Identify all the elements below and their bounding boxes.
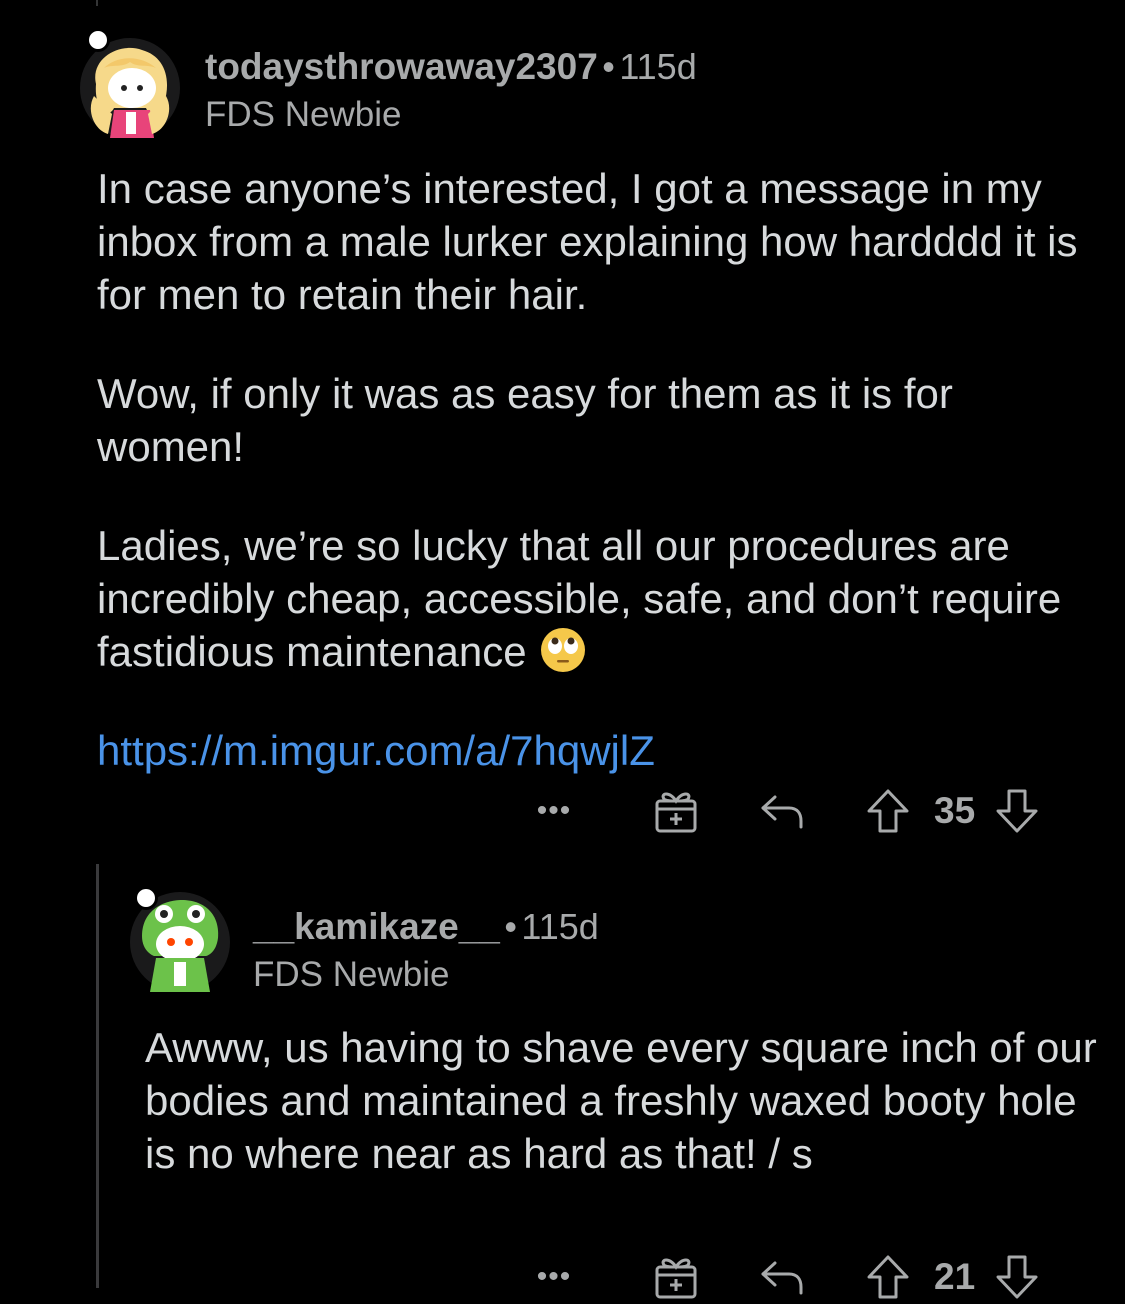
comment-paragraph: Awww, us having to shave every square in…	[145, 1024, 1097, 1177]
face-with-rolling-eyes-icon	[540, 628, 585, 672]
username[interactable]: __kamikaze__	[253, 906, 500, 947]
award-button[interactable]	[652, 787, 700, 835]
comment-age: 115d	[521, 906, 599, 947]
user-flair: FDS Newbie	[253, 955, 450, 994]
user-flair: FDS Newbie	[205, 95, 402, 134]
downvote-arrow-icon	[996, 789, 1038, 833]
comment-age: 115d	[619, 46, 697, 87]
more-options-button[interactable]: •••	[530, 794, 578, 828]
comment-meta: todaysthrowaway2307 • 115d FDS Newbie	[205, 48, 697, 132]
more-options-button[interactable]: •••	[530, 1260, 578, 1294]
upvote-arrow-icon	[867, 1255, 909, 1299]
comment-paragraph: Wow, if only it was as easy for them as …	[97, 370, 953, 470]
separator-dot: •	[504, 906, 517, 947]
imgur-link[interactable]: https://m.imgur.com/a/7hqwjlZ	[97, 727, 655, 774]
gift-icon	[655, 792, 697, 833]
comment-paragraph: https://m.imgur.com/a/7hqwjlZ	[97, 724, 1087, 777]
vote-score: 35	[934, 790, 976, 831]
vote-score: 21	[934, 1256, 976, 1297]
comment-body: In case anyone’s interested, I got a mes…	[97, 162, 1087, 823]
reply-arrow-icon	[761, 795, 803, 829]
upvote-button[interactable]	[864, 1254, 912, 1300]
avatar[interactable]	[80, 38, 180, 138]
downvote-arrow-icon	[996, 1255, 1038, 1299]
separator-dot: •	[602, 46, 615, 87]
online-indicator	[134, 886, 158, 910]
upvote-arrow-icon	[867, 789, 909, 833]
comment-actions: ••• 21	[530, 1250, 1041, 1304]
online-indicator	[86, 28, 110, 52]
gift-icon	[655, 1258, 697, 1299]
reply-arrow-icon	[761, 1261, 803, 1295]
downvote-button[interactable]	[993, 1254, 1041, 1300]
comment-meta: __kamikaze__ • 115d FDS Newbie	[253, 908, 599, 992]
comment-body: Awww, us having to shave every square in…	[145, 1021, 1105, 1226]
reply-button[interactable]	[758, 1257, 806, 1297]
comment-paragraph-with-emoji: Ladies, we’re so lucky that all our proc…	[97, 519, 1087, 678]
comment-paragraph: In case anyone’s interested, I got a mes…	[97, 165, 1078, 318]
downvote-button[interactable]	[993, 788, 1041, 834]
avatar-blonde-girl-icon	[80, 38, 180, 138]
username[interactable]: todaysthrowaway2307	[205, 46, 598, 87]
reply-button[interactable]	[758, 791, 806, 831]
comment: todaysthrowaway2307 • 115d FDS Newbie In…	[0, 0, 1125, 860]
comment-actions: ••• 35	[530, 784, 1041, 838]
upvote-button[interactable]	[864, 788, 912, 834]
award-button[interactable]	[652, 1253, 700, 1301]
